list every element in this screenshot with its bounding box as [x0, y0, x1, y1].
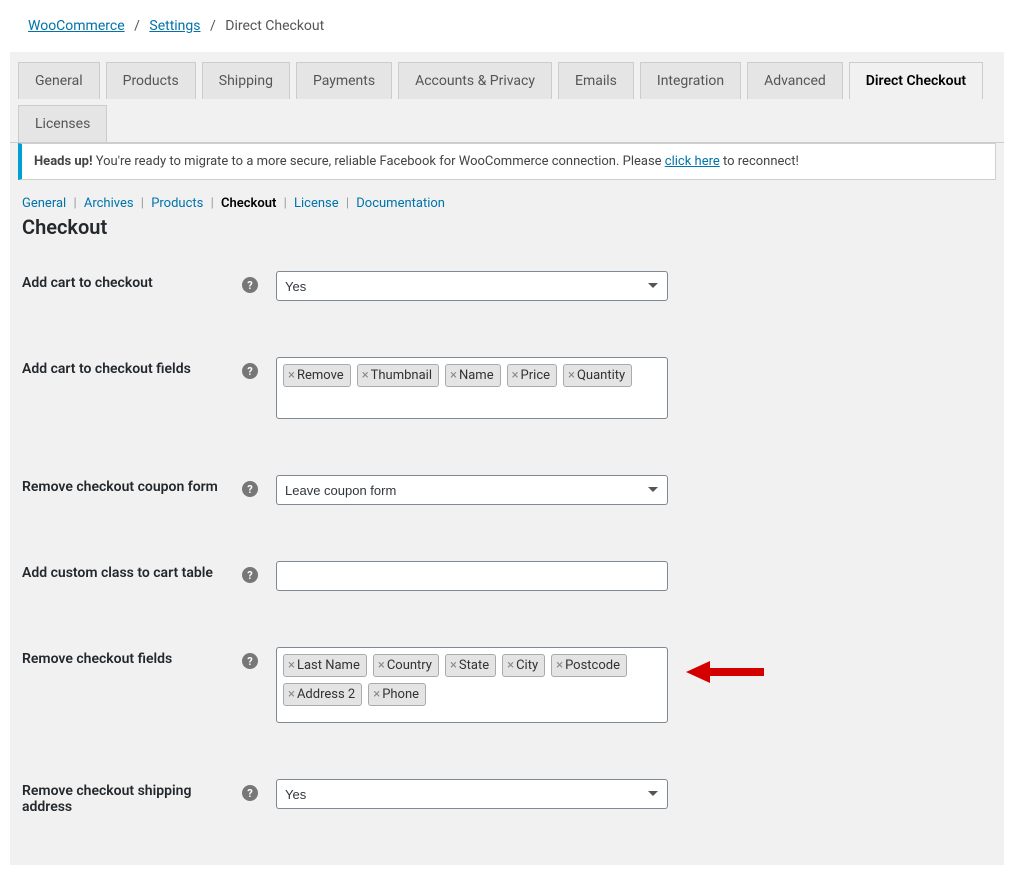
help-tip-icon[interactable]: ?	[242, 277, 258, 293]
add-cart-fields-chip-name[interactable]: ×Name	[445, 364, 501, 387]
tab-licenses[interactable]: Licenses	[18, 105, 107, 142]
breadcrumb-separator: /	[210, 18, 216, 34]
row-add-cart-fields: Add cart to checkout fields ? ×Remove ×Th…	[10, 351, 1004, 425]
migration-notice: Heads up! You're ready to migrate to a m…	[18, 143, 996, 180]
content-area: GeneralProductsShippingPaymentsAccounts …	[10, 52, 1004, 865]
notice-heads-up: Heads up!	[34, 154, 93, 169]
notice-click-here-link[interactable]: click here	[665, 154, 720, 169]
chip-remove-icon[interactable]: ×	[362, 368, 369, 383]
remove-fields-chip-country[interactable]: ×Country	[373, 654, 439, 677]
select-wrap: Yes	[276, 779, 668, 809]
row-custom-class: Add custom class to cart table ?	[10, 555, 1004, 597]
subsection-separator: |	[207, 196, 217, 211]
select-wrap: Yes	[276, 271, 668, 301]
subsection-general[interactable]: General	[22, 196, 66, 211]
remove-fields-chip-postcode[interactable]: ×Postcode	[551, 654, 627, 677]
subsection-separator: |	[343, 196, 353, 211]
page-wrap: WooCommerce / Settings / Direct Checkout…	[0, 0, 1024, 885]
chip-remove-icon[interactable]: ×	[556, 658, 563, 673]
help-tip-icon[interactable]: ?	[242, 785, 258, 801]
label-custom-class: Add custom class to cart table	[10, 555, 240, 597]
subsection-separator: |	[70, 196, 80, 211]
remove-fields-chip-state[interactable]: ×State	[445, 654, 496, 677]
remove-fields-chip-city[interactable]: ×City	[502, 654, 545, 677]
add-cart-fields-tagbox[interactable]: ×Remove ×Thumbnail ×Name ×Price ×Quantity	[276, 357, 668, 419]
chip-remove-icon[interactable]: ×	[288, 687, 295, 702]
help-tip-icon[interactable]: ?	[242, 653, 258, 669]
settings-form-table: Add cart to checkout ? Yes Add cart to c…	[10, 265, 1004, 825]
row-add-cart-checkout: Add cart to checkout ? Yes	[10, 265, 1004, 307]
chip-remove-icon[interactable]: ×	[378, 658, 385, 673]
chip-remove-icon[interactable]: ×	[507, 658, 514, 673]
select-wrap: Leave coupon form	[276, 475, 668, 505]
subsection-license[interactable]: License	[294, 196, 339, 211]
remove-coupon-select[interactable]: Leave coupon form	[276, 475, 668, 505]
label-add-cart-checkout: Add cart to checkout	[10, 265, 240, 307]
row-remove-shipping: Remove checkout shipping address ? Yes	[10, 773, 1004, 825]
breadcrumb-woocommerce[interactable]: WooCommerce	[28, 18, 125, 34]
subsection-separator: |	[280, 196, 290, 211]
remove-shipping-select[interactable]: Yes	[276, 779, 668, 809]
custom-class-input[interactable]	[276, 561, 668, 591]
help-tip-icon[interactable]: ?	[242, 567, 258, 583]
chip-remove-icon[interactable]: ×	[288, 658, 295, 673]
label-remove-shipping: Remove checkout shipping address	[10, 773, 240, 825]
remove-fields-chip-address-2[interactable]: ×Address 2	[283, 683, 362, 706]
row-remove-coupon: Remove checkout coupon form ? Leave coup…	[10, 469, 1004, 511]
row-remove-fields: Remove checkout fields ? ×Last Name ×Coun…	[10, 641, 1004, 729]
remove-fields-chip-last-name[interactable]: ×Last Name	[283, 654, 367, 677]
section-title: Checkout	[10, 211, 1004, 239]
subsection-separator: |	[138, 196, 148, 211]
tab-payments[interactable]: Payments	[296, 62, 392, 99]
subsection-archives[interactable]: Archives	[84, 196, 134, 211]
label-remove-fields: Remove checkout fields	[10, 641, 240, 729]
notice-text-before: You're ready to migrate to a more secure…	[93, 154, 665, 169]
tab-advanced[interactable]: Advanced	[747, 62, 843, 99]
tab-general[interactable]: General	[18, 62, 100, 99]
add-cart-fields-chip-price[interactable]: ×Price	[507, 364, 557, 387]
help-tip-icon[interactable]: ?	[242, 363, 258, 379]
chip-remove-icon[interactable]: ×	[568, 368, 575, 383]
subsection-products[interactable]: Products	[151, 196, 203, 211]
chip-remove-icon[interactable]: ×	[512, 368, 519, 383]
tab-accounts-privacy[interactable]: Accounts & Privacy	[398, 62, 552, 99]
breadcrumb-current: Direct Checkout	[225, 18, 324, 34]
add-cart-checkout-select[interactable]: Yes	[276, 271, 668, 301]
subsection-nav: General | Archives | Products | Checkout…	[10, 188, 1004, 211]
add-cart-fields-chip-remove[interactable]: ×Remove	[283, 364, 351, 387]
tab-emails[interactable]: Emails	[558, 62, 634, 99]
breadcrumb-separator: /	[134, 18, 140, 34]
help-tip-icon[interactable]: ?	[242, 481, 258, 497]
label-remove-coupon: Remove checkout coupon form	[10, 469, 240, 511]
notice-text-after: to reconnect!	[720, 154, 799, 169]
tab-bar: GeneralProductsShippingPaymentsAccounts …	[10, 52, 1004, 143]
chip-remove-icon[interactable]: ×	[288, 368, 295, 383]
tab-products[interactable]: Products	[106, 62, 196, 99]
tab-integration[interactable]: Integration	[640, 62, 741, 99]
tab-direct-checkout[interactable]: Direct Checkout	[849, 62, 983, 99]
add-cart-fields-chip-quantity[interactable]: ×Quantity	[563, 364, 632, 387]
subsection-checkout[interactable]: Checkout	[221, 196, 276, 211]
breadcrumb: WooCommerce / Settings / Direct Checkout	[10, 10, 1004, 52]
label-add-cart-fields: Add cart to checkout fields	[10, 351, 240, 425]
chip-remove-icon[interactable]: ×	[373, 687, 380, 702]
remove-fields-chip-phone[interactable]: ×Phone	[368, 683, 426, 706]
chip-remove-icon[interactable]: ×	[450, 368, 457, 383]
red-arrow-annotation	[686, 657, 766, 687]
add-cart-fields-chip-thumbnail[interactable]: ×Thumbnail	[357, 364, 439, 387]
remove-fields-tagbox[interactable]: ×Last Name ×Country ×State ×City ×Postcode ×A…	[276, 647, 668, 723]
tab-shipping[interactable]: Shipping	[202, 62, 290, 99]
subsection-documentation[interactable]: Documentation	[356, 196, 445, 211]
breadcrumb-settings[interactable]: Settings	[149, 18, 200, 34]
chip-remove-icon[interactable]: ×	[450, 658, 457, 673]
